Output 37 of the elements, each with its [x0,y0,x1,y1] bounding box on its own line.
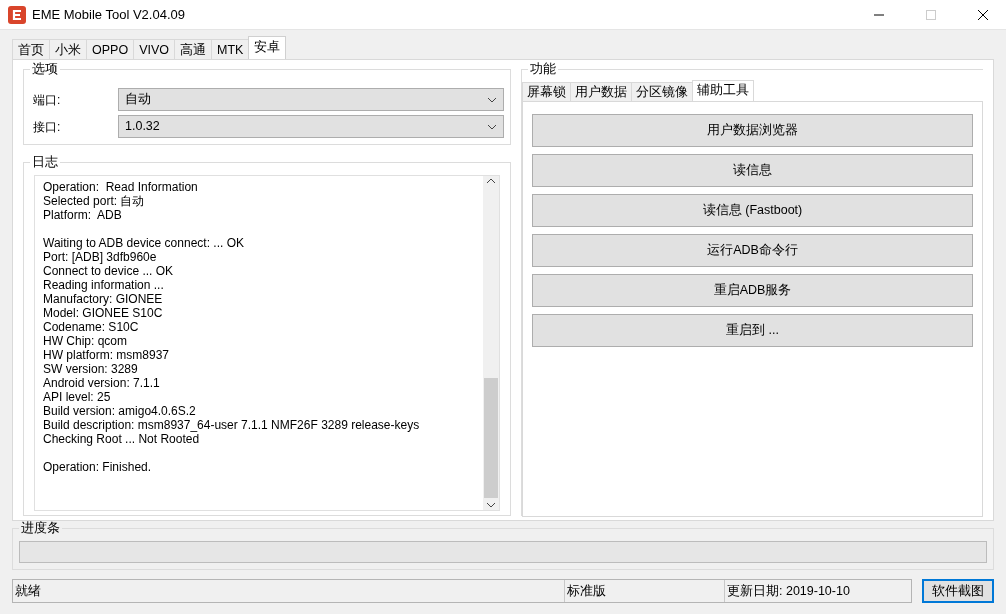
screenshot-button[interactable]: 软件截图 [922,579,994,603]
chevron-down-icon [487,96,497,103]
group-title: 选项 [30,62,60,76]
scrollbar[interactable] [483,176,499,510]
field-label: 接口: [32,118,62,136]
tab[interactable]: 屏幕锁 [522,82,571,101]
edition-label: 标准版 [565,580,725,602]
status-text: 就绪 [13,580,565,602]
field-label: 端口: [32,91,62,109]
log-text: Waiting to ADB device connect: ... OK Port: [ADB] 3dfb960e Connect to device ... OK Reading information ... Manufactory: GIONEE Model: GIONEE S10C Codename: S10C HW Chip: qcom HW platform: msm8937 SW version: 3289 Android version: 7.1.1 API level: 25 Build version: amigo4.0.6S.2 Build description: msm8937_64-user 7.1.1 NMF26F 3289 release-keys Checking Root ... Not Rooted [43,236,421,446]
action-button[interactable]: 重启到 ... [532,314,973,347]
action-button[interactable]: 运行ADB命令行 [532,234,973,267]
group-title: 功能 [528,62,558,76]
tab[interactable]: 首页 [12,39,50,59]
close-icon[interactable] [978,9,988,20]
log-text: Operation: Read Information Selected port: 自动 Platform: ADB [43,180,199,222]
action-button[interactable]: 用户数据浏览器 [532,114,973,147]
chevron-down-icon [487,123,497,130]
tab[interactable]: 小米 [49,39,87,59]
action-button[interactable]: 读信息 (Fastboot) [532,194,973,227]
tab[interactable]: 辅助工具 [692,80,754,101]
dropdown-field[interactable]: 自动 [118,88,504,111]
update-date: 更新日期: 2019-10-10 [726,582,851,600]
log-text: Operation: Finished. [43,460,153,474]
group-title: 日志 [30,155,60,169]
tab[interactable]: 用户数据 [570,82,632,101]
action-button[interactable]: 重启ADB服务 [532,274,973,307]
chevron-up-icon[interactable] [486,178,496,184]
group-title: 进度条 [19,521,62,535]
tab[interactable]: 安卓 [248,36,287,59]
tab[interactable]: 高通 [174,39,212,59]
app-logo-icon [8,5,26,24]
dropdown-field[interactable]: 1.0.32 [118,115,504,138]
window-title: EME Mobile Tool V2.04.09 [32,5,185,24]
tab[interactable]: 分区镜像 [631,82,693,101]
chevron-down-icon[interactable] [486,502,496,508]
action-button[interactable]: 读信息 [532,154,973,187]
